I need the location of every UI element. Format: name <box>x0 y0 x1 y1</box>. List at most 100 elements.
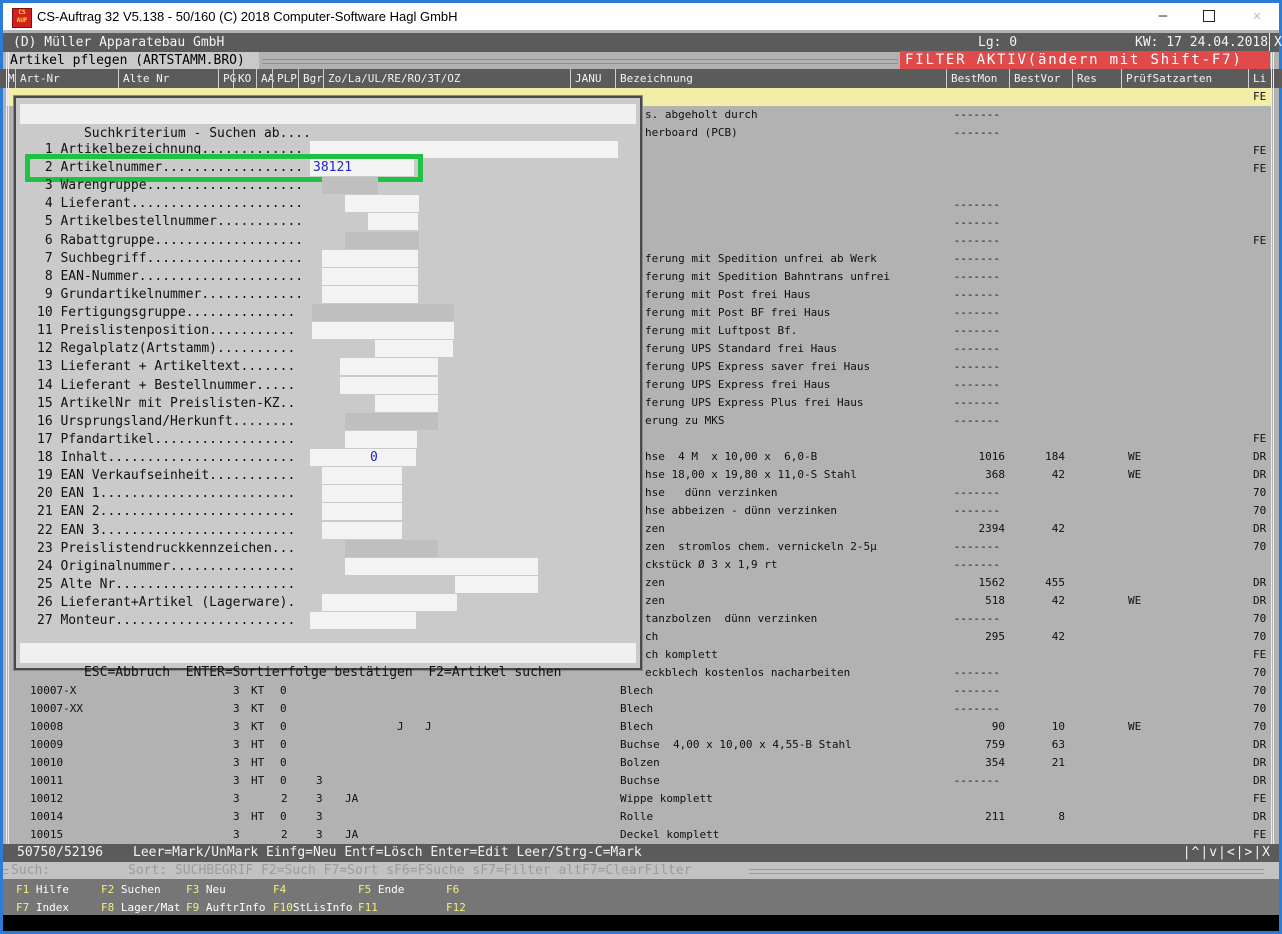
table-row[interactable]: 10007-XX 3 KT 0 Blech ------- 70 <box>7 700 1271 718</box>
search-field-value: 0 <box>370 450 378 465</box>
fkey-f6[interactable]: F6 <box>446 881 459 899</box>
nav-arrows[interactable]: |^|v|<|>|X <box>1183 844 1271 862</box>
sort-key-hints: Sort: SUCHBEGRIF F2=Such F7=Sort sF6=FSu… <box>128 863 692 878</box>
search-input-field[interactable] <box>322 467 402 484</box>
table-row[interactable]: 10007-X 3 KT 0 Blech ------- 70 <box>7 682 1271 700</box>
table-cell: 70 <box>1253 630 1267 643</box>
fkey-f5[interactable]: F5 Ende <box>358 881 404 899</box>
table-cell: 3 <box>233 828 240 841</box>
table-cell: ------- <box>953 288 1000 301</box>
search-input-field[interactable] <box>312 322 454 339</box>
table-cell: ------- <box>953 234 1000 247</box>
search-input-field[interactable] <box>322 485 402 502</box>
search-input-field[interactable] <box>368 213 418 230</box>
search-input-field[interactable] <box>340 358 438 375</box>
dialog-title-label: Suchkriterium - Suchen ab.... <box>83 126 311 141</box>
fkey-label: Neu <box>199 883 226 896</box>
search-input-field[interactable] <box>345 232 419 249</box>
search-input-field[interactable] <box>322 522 402 539</box>
table-cell: FE <box>1253 828 1267 841</box>
fkey-f4[interactable]: F4 <box>273 881 286 899</box>
table-cell: ------- <box>953 108 1000 121</box>
screen-title: Artikel pflegen (ARTSTAMM.BRO) <box>7 52 259 69</box>
fkey-f3[interactable]: F3 Neu <box>186 881 226 899</box>
fkey-number: F12 <box>446 901 466 914</box>
column-header-pr-fsatzarten: PrüfSatzarten <box>1121 69 1212 88</box>
search-input-field[interactable] <box>375 340 453 357</box>
fkey-f1[interactable]: F1 Hilfe <box>16 881 69 899</box>
table-row[interactable]: 10011 3 HT 0 3 Buchse ------- DR <box>7 772 1271 790</box>
search-input-field[interactable] <box>322 594 457 611</box>
close-button[interactable]: ✕ <box>1235 3 1279 30</box>
fkey-number: F7 <box>16 901 30 914</box>
search-row-label: 11 Preislistenposition........... <box>37 323 296 338</box>
fkey-number: F2 <box>101 883 115 896</box>
screen-title-label: Artikel pflegen (ARTSTAMM.BRO) <box>10 53 245 68</box>
search-input-field[interactable] <box>345 431 417 448</box>
table-cell: 42 <box>1051 594 1065 607</box>
column-header-janu: JANU <box>570 69 602 88</box>
search-input-field[interactable] <box>345 413 438 430</box>
table-cell: ------- <box>953 540 1000 553</box>
table-cell: ------- <box>953 216 1000 229</box>
minimize-button[interactable]: – <box>1141 3 1185 30</box>
table-cell: 3 <box>233 792 240 805</box>
maximize-button[interactable] <box>1187 3 1231 30</box>
table-cell: Wippe komplett <box>620 792 713 805</box>
table-cell: ferung mit Luftpost Bf. <box>645 324 798 337</box>
table-cell: FE <box>1253 234 1267 247</box>
table-cell: 90 <box>991 720 1005 733</box>
search-input-field[interactable] <box>312 304 454 321</box>
table-cell: ------- <box>953 324 1000 337</box>
column-header-plp: PLP <box>272 69 297 88</box>
search-input-field[interactable] <box>345 540 438 557</box>
bar-divider <box>1269 33 1270 52</box>
table-cell: Buchse 4,00 x 10,00 x 4,55-B Stahl <box>620 738 852 751</box>
table-cell: 10015 <box>30 828 64 841</box>
table-row[interactable]: 10015 3 2 3 JA Deckel komplett FE <box>7 826 1271 844</box>
table-row[interactable]: 10010 3 HT 0 Bolzen 354 21 DR <box>7 754 1271 772</box>
table-cell: Blech <box>620 720 654 733</box>
table-cell: zen stromlos chem. vernickeln 2-5µ <box>645 540 877 553</box>
fkey-bar: F1 Hilfe F2 Suchen F3 Neu F4 F5 Ende F6 F7 In… <box>3 879 1279 915</box>
search-row-label: 4 Lieferant...................... <box>37 196 304 211</box>
table-cell: ferung UPS Express Plus frei Haus <box>645 396 864 409</box>
table-cell: JA <box>345 792 359 805</box>
table-cell: 42 <box>1051 468 1065 481</box>
search-input-field[interactable] <box>310 612 416 629</box>
search-input-field[interactable] <box>455 576 538 593</box>
search-input-field[interactable] <box>322 503 402 520</box>
table-cell: 42 <box>1051 630 1065 643</box>
fkey-number: F8 <box>101 901 115 914</box>
table-cell: ------- <box>953 378 1000 391</box>
table-cell: DR <box>1253 756 1267 769</box>
such-label: Such: <box>11 863 51 878</box>
table-cell: 70 <box>1253 486 1267 499</box>
search-input-field[interactable] <box>322 268 418 285</box>
search-input-field[interactable] <box>375 395 438 412</box>
search-input-field[interactable] <box>322 286 418 303</box>
search-input-field[interactable] <box>322 177 378 194</box>
search-input-field[interactable] <box>322 250 418 267</box>
search-input-field[interactable] <box>345 195 419 212</box>
search-row-label: 25 Alte Nr....................... <box>37 577 296 592</box>
table-cell: 2 <box>281 792 288 805</box>
table-row[interactable]: 10014 3 HT 0 3 Rolle 211 8 DR <box>7 808 1271 826</box>
column-header-ko: KO <box>233 69 251 88</box>
table-cell: ------- <box>953 126 1000 139</box>
table-row[interactable]: 10009 3 HT 0 Buchse 4,00 x 10,00 x 4,55-B St… <box>7 736 1271 754</box>
fkey-f2[interactable]: F2 Suchen <box>101 881 161 899</box>
app-close-icon[interactable]: X <box>1274 33 1282 52</box>
table-row[interactable]: 10008 3 KT 0 J J Blech 90 10 WE 70 <box>7 718 1271 736</box>
table-cell: FE <box>1253 144 1267 157</box>
table-row[interactable]: 10012 3 2 3 JA Wippe komplett FE <box>7 790 1271 808</box>
table-cell: J <box>425 720 432 733</box>
search-input-field[interactable] <box>345 558 538 575</box>
table-cell: tanzbolzen dünn verzinken <box>645 612 818 625</box>
fkey-label: Suchen <box>114 883 161 896</box>
table-cell: 455 <box>1045 576 1065 589</box>
search-input-field[interactable]: 0 <box>310 449 416 466</box>
fkey-number: F6 <box>446 883 460 896</box>
table-cell: 211 <box>985 810 1005 823</box>
search-input-field[interactable] <box>340 377 438 394</box>
